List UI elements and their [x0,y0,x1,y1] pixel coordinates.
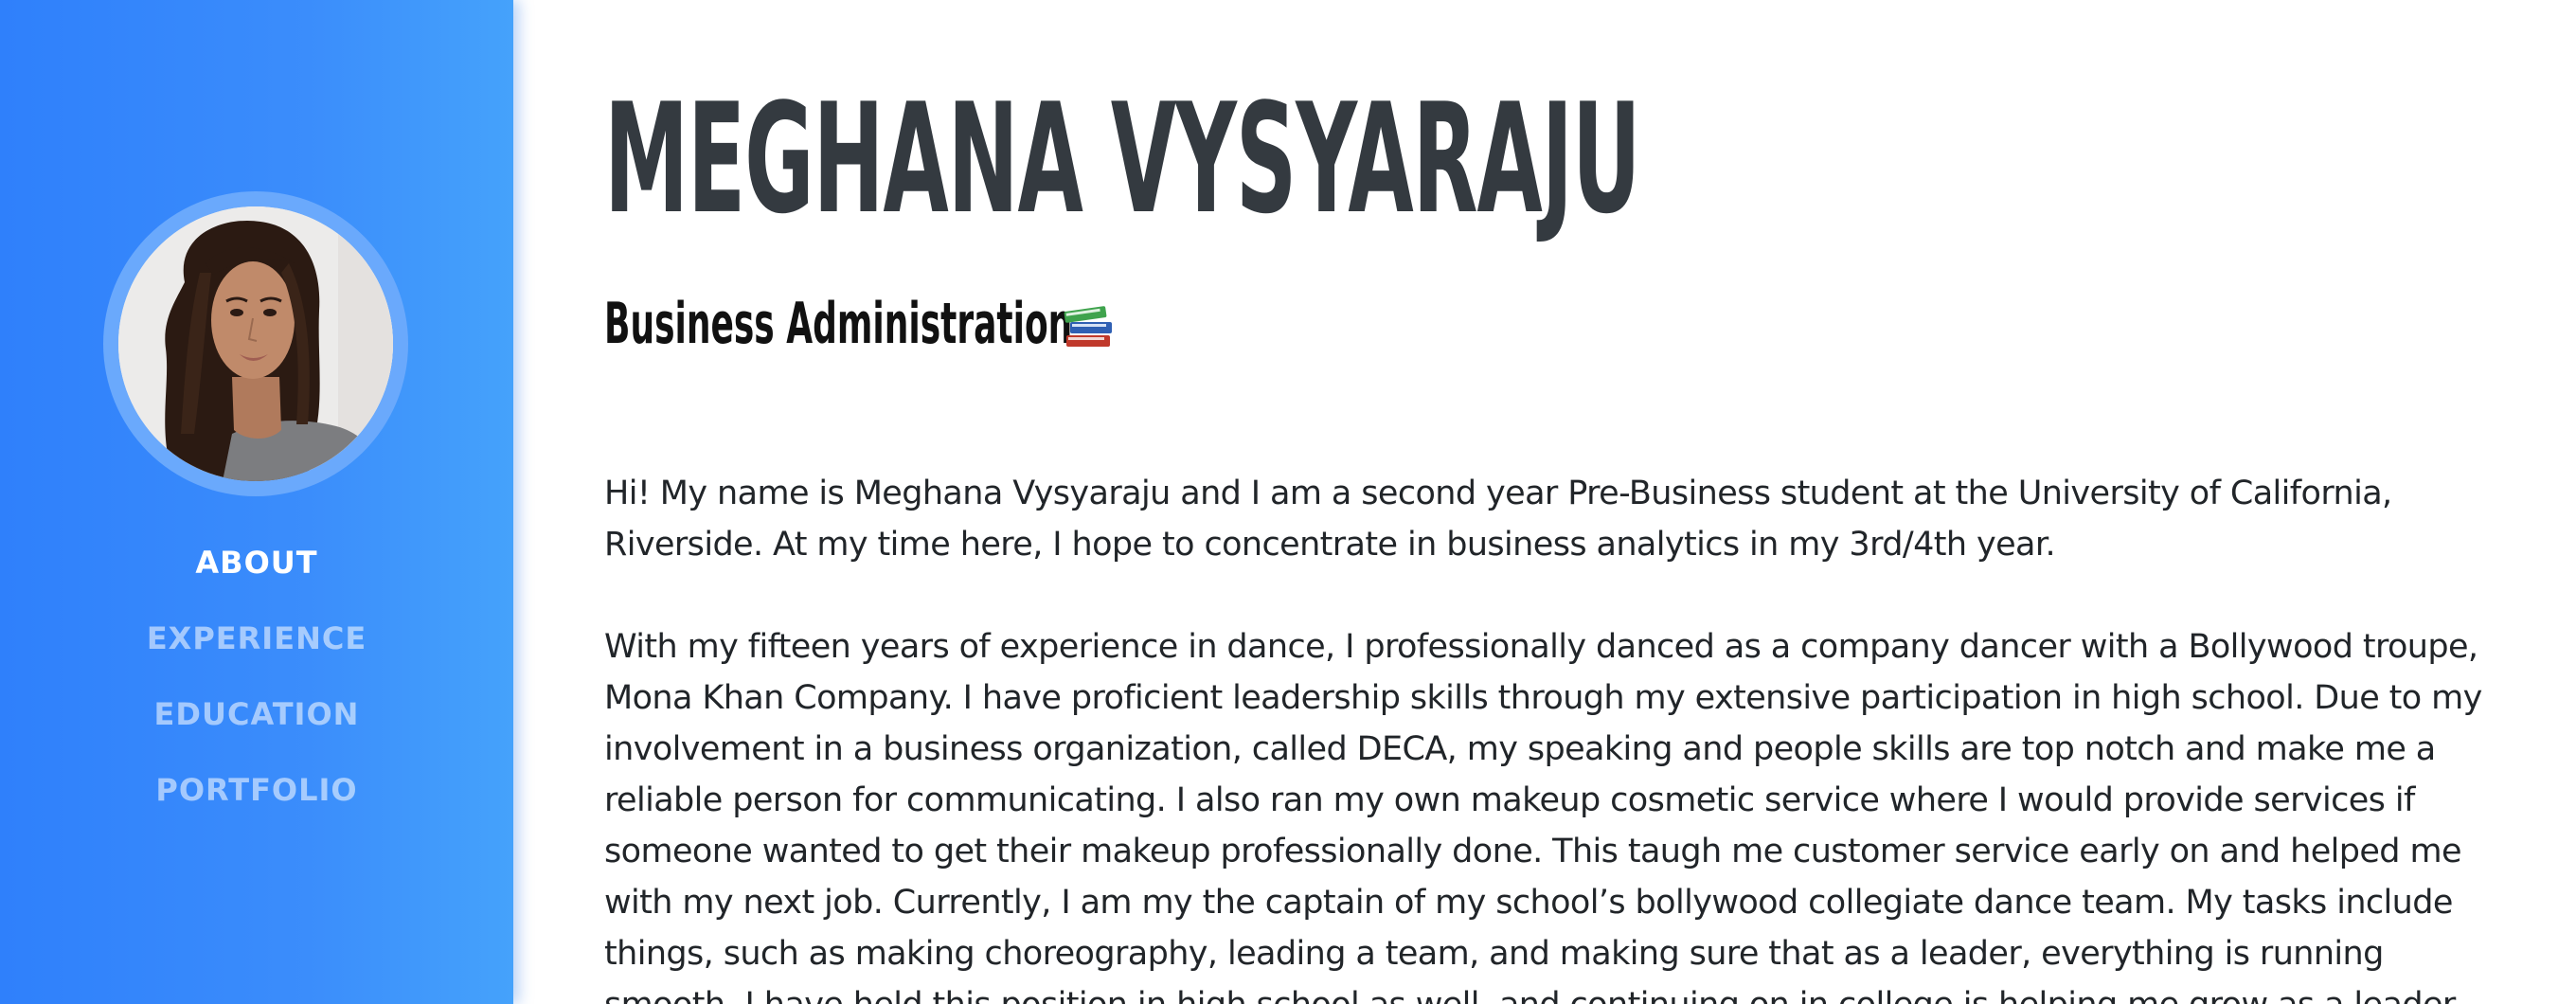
page-title: MEGHANA VYSYARAJU [604,70,1641,247]
sidebar: ABOUT EXPERIENCE EDUCATION PORTFOLIO [0,0,513,1004]
nav-item-education[interactable]: EDUCATION [0,690,513,765]
subtitle: Business Administration [604,291,1073,357]
about-paragraph-1: Hi! My name is Meghana Vysyaraju and I a… [604,475,2392,564]
avatar-photo [118,206,393,481]
page: ABOUT EXPERIENCE EDUCATION PORTFOLIO MEG… [0,0,2576,1004]
nav-item-portfolio[interactable]: PORTFOLIO [0,765,513,841]
nav-item-about[interactable]: ABOUT [0,538,513,614]
about-paragraph-2: With my fifteen years of experience in d… [604,628,2482,1004]
avatar [118,206,393,481]
nav-item-experience[interactable]: EXPERIENCE [0,614,513,690]
avatar-ring [103,191,408,496]
sidebar-nav: ABOUT EXPERIENCE EDUCATION PORTFOLIO [0,538,513,841]
books-icon [1064,306,1112,347]
